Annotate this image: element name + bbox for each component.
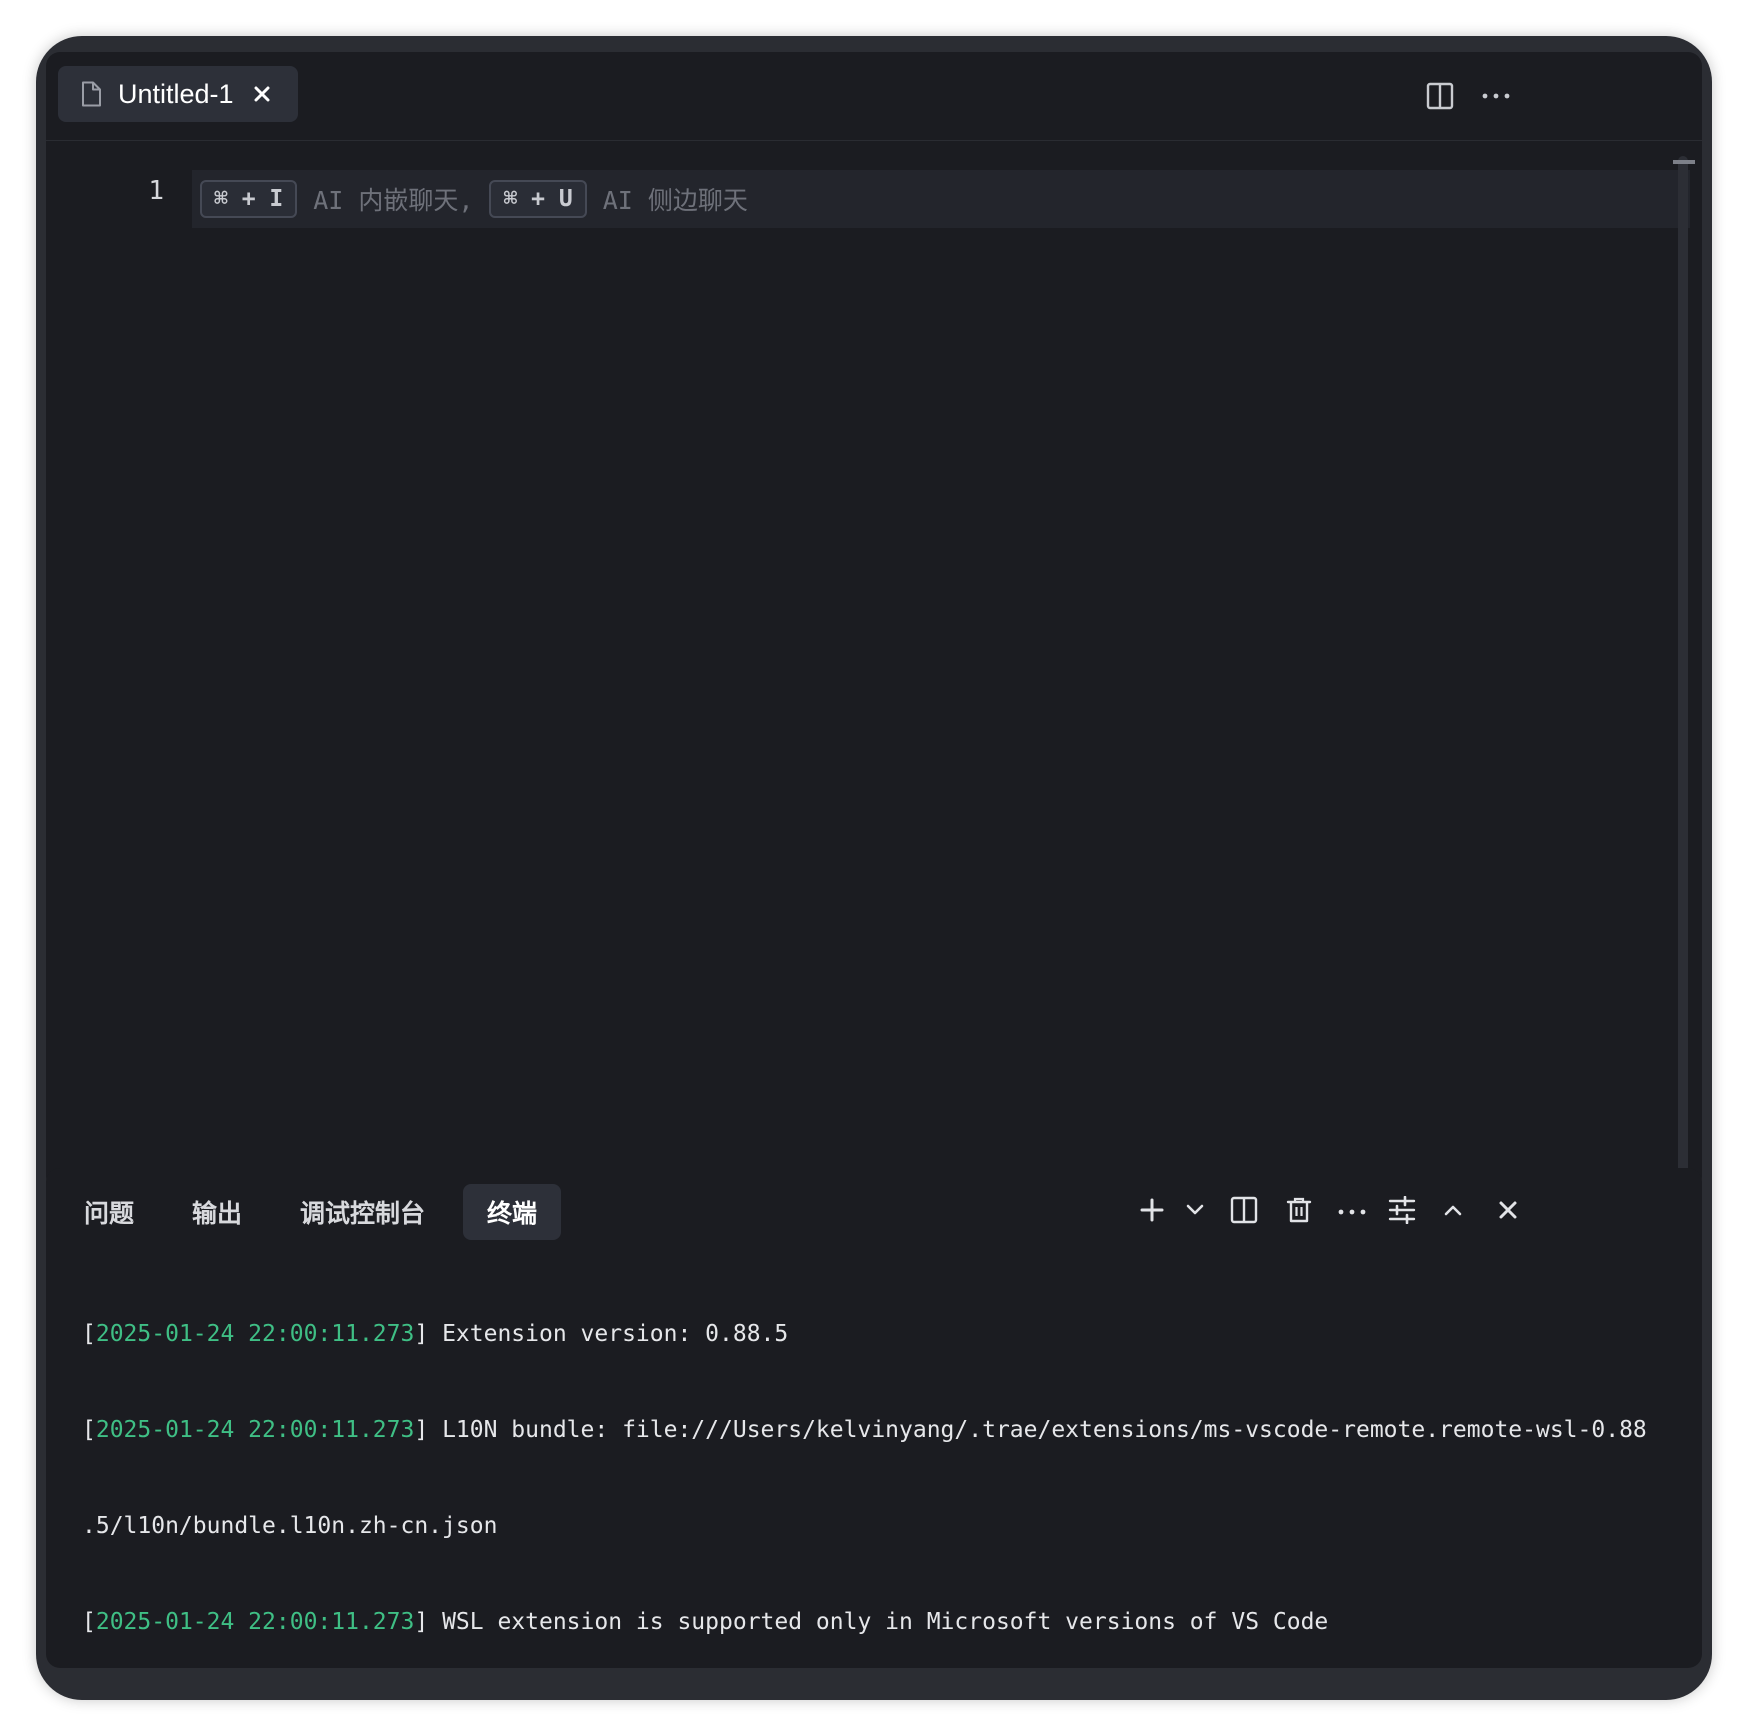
tab-problems[interactable]: 问题: [60, 1184, 158, 1240]
log-message: .5/l10n/bundle.l10n.zh-cn.json: [82, 1513, 498, 1539]
plus-icon[interactable]: [1140, 1198, 1164, 1222]
shortcut-badge-side: ⌘ + U: [489, 180, 587, 218]
log-message: Extension version: 0.88.5: [442, 1321, 789, 1347]
tab-debug-console[interactable]: 调试控制台: [276, 1184, 449, 1240]
terminal-line: [2025-01-24 22:00:11.273] Extension vers…: [82, 1321, 789, 1347]
chevron-down-icon[interactable]: [1186, 1204, 1204, 1216]
tune-icon[interactable]: [1388, 1196, 1416, 1224]
editor-tab-bar: Untitled-1: [46, 52, 1702, 141]
log-message: WSL extension is supported only in Micro…: [442, 1609, 1329, 1635]
close-panel-icon[interactable]: [1498, 1200, 1518, 1220]
tab-output[interactable]: 输出: [168, 1184, 266, 1240]
close-icon[interactable]: [252, 84, 272, 104]
line-number: 1: [148, 176, 164, 206]
timestamp: 2025-01-24 22:00:11.273: [95, 1609, 415, 1635]
split-editor-icon[interactable]: [1426, 82, 1454, 110]
editor-area: Untitled-1 1 ⌘ + I AI 内嵌聊天, ⌘ + U AI 侧边聊…: [46, 52, 1702, 1190]
terminal-line: [2025-01-24 22:00:11.273] WSL extension …: [82, 1609, 1329, 1635]
timestamp: 2025-01-24 22:00:11.273: [95, 1417, 415, 1443]
shortcut-badge-inline: ⌘ + I: [200, 180, 298, 218]
editor-scrollbar[interactable]: [1673, 156, 1695, 1186]
split-terminal-icon[interactable]: [1230, 1196, 1258, 1224]
more-icon[interactable]: [1338, 1208, 1366, 1216]
tab-terminal[interactable]: 终端: [463, 1184, 561, 1240]
terminal-output[interactable]: [2025-01-24 22:00:11.273] Extension vers…: [82, 1254, 1682, 1668]
bottom-panel: 问题 输出 调试控制台 终端 [2025-01-24 22:00:11.273]…: [46, 1168, 1702, 1668]
ide-window: Untitled-1 1 ⌘ + I AI 内嵌聊天, ⌘ + U AI 侧边聊…: [36, 36, 1712, 1700]
hint-side-chat: AI 侧边聊天: [602, 186, 748, 215]
log-message: L10N bundle: file:///Users/kelvinyang/.t…: [442, 1417, 1647, 1443]
timestamp: 2025-01-24 22:00:11.273: [95, 1321, 415, 1347]
scrollbar-cursor-marker: [1673, 160, 1695, 164]
hint-inline-chat: AI 内嵌聊天,: [313, 186, 474, 215]
scrollbar-thumb[interactable]: [1678, 156, 1688, 1178]
trash-icon[interactable]: [1286, 1196, 1312, 1224]
terminal-line: [2025-01-24 22:00:11.273] L10N bundle: f…: [82, 1417, 1647, 1443]
terminal-line-wrap: .5/l10n/bundle.l10n.zh-cn.json: [82, 1510, 1682, 1542]
current-line-hint[interactable]: ⌘ + I AI 内嵌聊天, ⌘ + U AI 侧边聊天: [192, 170, 1690, 228]
chevron-up-icon[interactable]: [1444, 1204, 1462, 1216]
more-icon[interactable]: [1482, 92, 1510, 100]
file-icon: [80, 81, 102, 107]
tab-title: Untitled-1: [118, 78, 234, 109]
tab-untitled-1[interactable]: Untitled-1: [58, 66, 298, 122]
